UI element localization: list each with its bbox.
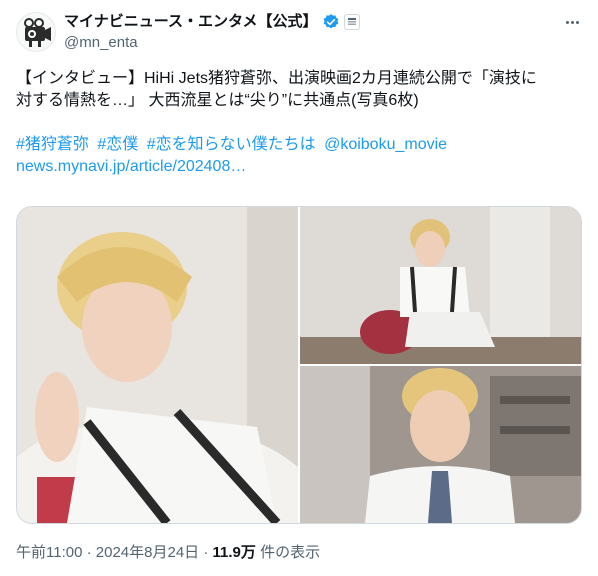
- mention-link[interactable]: @koiboku_movie: [324, 136, 447, 153]
- hashtag-link[interactable]: #恋を知らない僕たちは: [147, 136, 316, 153]
- author-display-name[interactable]: マイナビニュース・エンタメ【公式】: [64, 12, 318, 32]
- media-grid: [16, 206, 582, 524]
- tweet-date[interactable]: 2024年8月24日: [96, 544, 199, 561]
- camera-mascot-icon: [24, 18, 51, 47]
- photo-smiling-3[interactable]: [300, 366, 581, 523]
- article-link[interactable]: news.mynavi.jp/article/202408…: [16, 158, 246, 175]
- hashtag-link[interactable]: #猪狩蒼弥: [16, 136, 89, 153]
- author-handle[interactable]: @mn_enta: [64, 34, 138, 52]
- tweet-meta: 午前11:00 · 2024年8月24日 · 11.9万 件の表示: [16, 543, 320, 563]
- meta-separator: ·: [203, 544, 209, 561]
- tweet-text-line: 対する情熱を…」 大西流星とは“尖り”に共通点(写真6枚): [16, 92, 419, 109]
- tweet-text-line: 【インタビュー】HiHi Jets猪狩蒼弥、出演映画2カ月連続公開で「演技に: [16, 70, 537, 87]
- more-options-icon[interactable]: [562, 12, 582, 32]
- verified-badge-icon: [323, 14, 338, 29]
- hashtag-link[interactable]: #恋僕: [97, 136, 138, 153]
- photo-seated-2[interactable]: [300, 207, 581, 364]
- meta-separator: ·: [86, 544, 92, 561]
- author-name-row: マイナビニュース・エンタメ【公式】: [64, 12, 360, 32]
- tweet-text: 【インタビュー】HiHi Jets猪狩蒼弥、出演映画2カ月連続公開で「演技に 対…: [16, 68, 582, 178]
- view-count: 11.9万: [212, 544, 256, 561]
- view-count-label: 件の表示: [260, 544, 321, 561]
- affiliation-badge-icon[interactable]: [343, 14, 360, 30]
- avatar[interactable]: [16, 12, 56, 52]
- photo-portrait-1[interactable]: [17, 207, 298, 523]
- tweet-hashtags: #猪狩蒼弥 #恋僕 #恋を知らない僕たちは @koiboku_movie: [16, 134, 582, 156]
- tweet-time[interactable]: 午前11:00: [16, 544, 82, 561]
